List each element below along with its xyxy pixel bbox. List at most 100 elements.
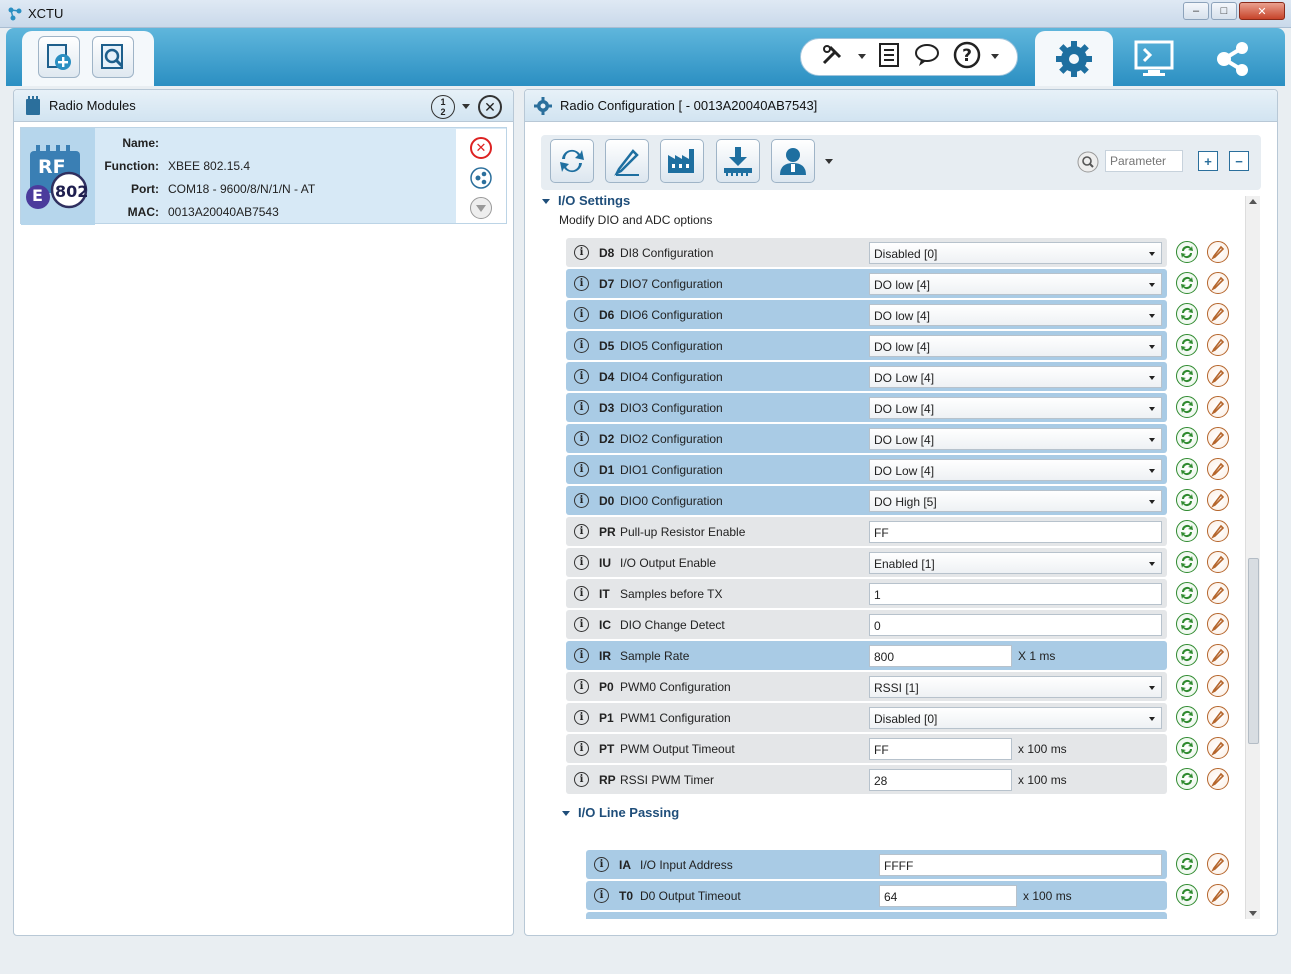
setting-dropdown[interactable]: Disabled [0] — [869, 242, 1162, 264]
write-setting-icon[interactable] — [1207, 675, 1229, 697]
tab-network[interactable] — [1195, 31, 1271, 86]
scroll-down-icon[interactable] — [1249, 911, 1257, 916]
close-window-button[interactable]: ✕ — [1239, 2, 1285, 20]
setting-input[interactable]: 28 — [869, 769, 1012, 791]
profile-button[interactable] — [771, 139, 815, 183]
setting-row[interactable]: i D8 DI8 Configuration Disabled [0] — [566, 238, 1167, 267]
setting-row[interactable]: i T0 D0 Output Timeout 64 x 100 ms — [586, 881, 1167, 910]
maximize-button[interactable]: □ — [1211, 2, 1237, 20]
info-icon[interactable]: i — [574, 307, 589, 322]
read-setting-icon[interactable] — [1176, 396, 1198, 418]
sort-modules-icon[interactable]: 12 — [431, 95, 455, 119]
scroll-up-icon[interactable] — [1249, 199, 1257, 204]
setting-row[interactable]: i IT Samples before TX 1 — [566, 579, 1167, 608]
setting-row[interactable]: i P0 PWM0 Configuration RSSI [1] — [566, 672, 1167, 701]
write-setting-icon[interactable] — [1207, 853, 1229, 875]
setting-input[interactable]: FF — [869, 521, 1162, 543]
info-icon[interactable]: i — [574, 710, 589, 725]
setting-row[interactable]: i D1 DIO1 Configuration DO Low [4] — [566, 455, 1167, 484]
scrollbar-thumb[interactable] — [1248, 558, 1259, 744]
write-setting-icon[interactable] — [1207, 551, 1229, 573]
setting-row[interactable]: i IR Sample Rate 800 X 1 ms — [566, 641, 1167, 670]
info-icon[interactable]: i — [574, 617, 589, 632]
setting-dropdown[interactable]: DO Low [4] — [869, 428, 1162, 450]
section-io-line-passing[interactable]: I/O Line Passing — [562, 805, 679, 820]
setting-input[interactable]: 1 — [869, 583, 1162, 605]
info-icon[interactable]: i — [574, 741, 589, 756]
info-icon[interactable]: i — [574, 369, 589, 384]
setting-dropdown[interactable]: DO Low [4] — [869, 366, 1162, 388]
write-setting-icon[interactable] — [1207, 582, 1229, 604]
setting-row[interactable]: i D3 DIO3 Configuration DO Low [4] — [566, 393, 1167, 422]
write-setting-icon[interactable] — [1207, 706, 1229, 728]
write-setting-icon[interactable] — [1207, 396, 1229, 418]
info-icon[interactable]: i — [574, 648, 589, 663]
info-icon[interactable]: i — [574, 276, 589, 291]
section-io-settings[interactable]: I/O Settings — [542, 193, 630, 208]
read-setting-icon[interactable] — [1176, 644, 1198, 666]
config-scrollbar[interactable] — [1245, 196, 1260, 919]
setting-row[interactable]: i IA I/O Input Address FFFF — [586, 850, 1167, 879]
read-button[interactable] — [550, 139, 594, 183]
info-icon[interactable]: i — [574, 338, 589, 353]
read-setting-icon[interactable] — [1176, 272, 1198, 294]
setting-row[interactable]: i D4 DIO4 Configuration DO Low [4] — [566, 362, 1167, 391]
info-icon[interactable]: i — [594, 888, 609, 903]
setting-dropdown[interactable]: DO High [5] — [869, 490, 1162, 512]
setting-row[interactable]: i PT PWM Output Timeout FF x 100 ms — [566, 734, 1167, 763]
write-setting-icon[interactable] — [1207, 644, 1229, 666]
setting-dropdown[interactable]: DO low [4] — [869, 335, 1162, 357]
setting-input[interactable]: 800 — [869, 645, 1012, 667]
setting-input[interactable]: FF — [869, 738, 1012, 760]
read-setting-icon[interactable] — [1176, 768, 1198, 790]
read-setting-icon[interactable] — [1176, 706, 1198, 728]
read-setting-icon[interactable] — [1176, 489, 1198, 511]
frames-generator-icon[interactable] — [875, 42, 903, 68]
network-discover-icon[interactable] — [470, 167, 492, 189]
info-icon[interactable]: i — [574, 586, 589, 601]
read-setting-icon[interactable] — [1176, 365, 1198, 387]
write-setting-icon[interactable] — [1207, 334, 1229, 356]
expand-all-icon[interactable]: + — [1198, 151, 1218, 171]
setting-dropdown[interactable]: Disabled [0] — [869, 707, 1162, 729]
tab-configuration[interactable] — [1035, 31, 1113, 86]
info-icon[interactable]: i — [574, 462, 589, 477]
setting-dropdown[interactable]: DO Low [4] — [869, 459, 1162, 481]
tab-console[interactable] — [1116, 31, 1192, 86]
parameter-search-input[interactable] — [1105, 150, 1183, 172]
setting-input[interactable]: 64 — [879, 885, 1017, 907]
write-setting-icon[interactable] — [1207, 427, 1229, 449]
update-firmware-button[interactable] — [716, 139, 760, 183]
help-icon[interactable]: ? — [953, 41, 981, 69]
info-icon[interactable]: i — [574, 493, 589, 508]
write-setting-icon[interactable] — [1207, 303, 1229, 325]
read-setting-icon[interactable] — [1176, 241, 1198, 263]
setting-input[interactable]: FFFF — [879, 854, 1162, 876]
setting-row[interactable]: i D2 DIO2 Configuration DO Low [4] — [566, 424, 1167, 453]
setting-dropdown[interactable]: RSSI [1] — [869, 676, 1162, 698]
info-icon[interactable]: i — [574, 400, 589, 415]
feedback-icon[interactable] — [913, 42, 941, 68]
write-setting-icon[interactable] — [1207, 241, 1229, 263]
sort-dropdown-icon[interactable] — [462, 104, 470, 109]
expand-module-icon[interactable] — [470, 197, 492, 219]
write-setting-icon[interactable] — [1207, 768, 1229, 790]
discover-modules-button[interactable] — [92, 36, 134, 78]
setting-row[interactable]: i P1 PWM1 Configuration Disabled [0] — [566, 703, 1167, 732]
write-setting-icon[interactable] — [1207, 737, 1229, 759]
read-setting-icon[interactable] — [1176, 458, 1198, 480]
write-setting-icon[interactable] — [1207, 520, 1229, 542]
write-setting-icon[interactable] — [1207, 489, 1229, 511]
write-setting-icon[interactable] — [1207, 613, 1229, 635]
tools-dropdown-icon[interactable] — [858, 54, 866, 59]
read-setting-icon[interactable] — [1176, 853, 1198, 875]
read-setting-icon[interactable] — [1176, 613, 1198, 635]
remove-module-icon[interactable]: ✕ — [470, 137, 492, 159]
setting-dropdown[interactable]: DO low [4] — [869, 273, 1162, 295]
setting-row[interactable]: i D0 DIO0 Configuration DO High [5] — [566, 486, 1167, 515]
profile-dropdown-icon[interactable] — [825, 159, 833, 164]
setting-row[interactable]: i RP RSSI PWM Timer 28 x 100 ms — [566, 765, 1167, 794]
write-setting-icon[interactable] — [1207, 272, 1229, 294]
setting-input[interactable]: 0 — [869, 614, 1162, 636]
read-setting-icon[interactable] — [1176, 884, 1198, 906]
